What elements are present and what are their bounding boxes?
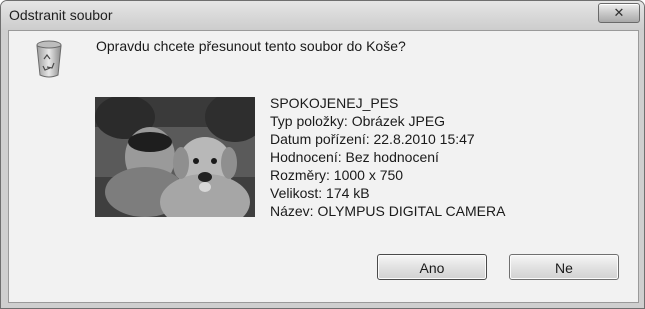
confirmation-question: Opravdu chcete přesunout tento soubor do… xyxy=(96,38,406,54)
yes-button[interactable]: Ano xyxy=(377,254,487,280)
photo-thumbnail xyxy=(95,97,255,217)
dialog-body: Opravdu chcete přesunout tento soubor do… xyxy=(8,30,639,303)
file-name: SPOKOJENEJ_PES xyxy=(270,95,399,111)
file-dimensions: Rozměry: 1000 x 750 xyxy=(270,167,404,183)
title-bar[interactable]: Odstranit soubor ✕ xyxy=(1,1,644,30)
close-icon: ✕ xyxy=(613,5,625,20)
close-button[interactable]: ✕ xyxy=(598,3,640,23)
file-date-taken: Datum pořízení: 22.8.2010 15:47 xyxy=(270,131,475,147)
recycle-bin-icon xyxy=(36,40,62,78)
file-details: SPOKOJENEJ_PES Typ položky: Obrázek JPEG… xyxy=(270,94,505,220)
delete-file-dialog: Odstranit soubor ✕ Opravdu chcete přesun… xyxy=(0,0,645,309)
file-title: Název: OLYMPUS DIGITAL CAMERA xyxy=(270,203,506,219)
no-button[interactable]: Ne xyxy=(509,254,619,280)
file-type: Typ položky: Obrázek JPEG xyxy=(270,113,446,129)
file-rating: Hodnocení: Bez hodnocení xyxy=(270,149,439,165)
window-title: Odstranit soubor xyxy=(9,7,113,23)
file-size: Velikost: 174 kB xyxy=(270,185,370,201)
